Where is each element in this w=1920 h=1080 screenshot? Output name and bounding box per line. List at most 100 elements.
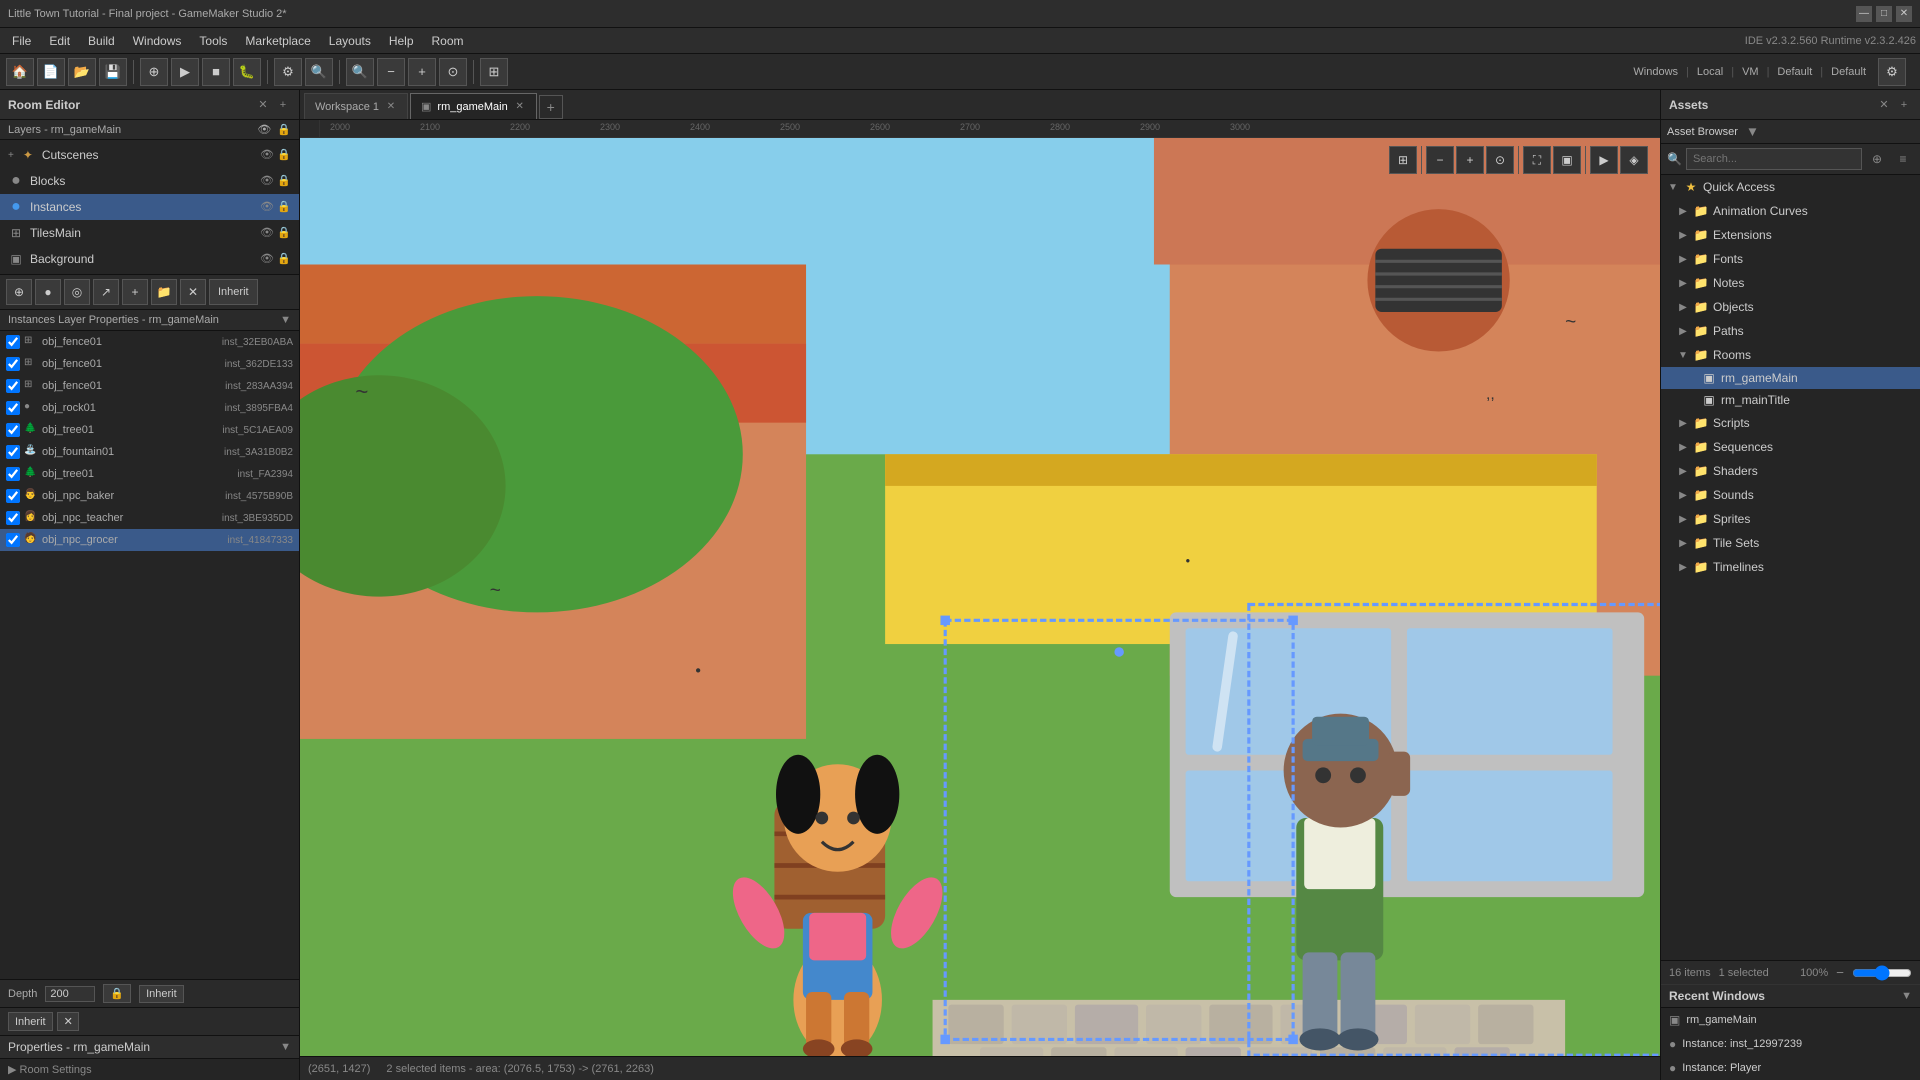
depth-lock-btn[interactable]: 🔒 bbox=[103, 984, 131, 1003]
zoom-out-main[interactable]: − bbox=[377, 58, 405, 86]
instance-item[interactable]: 👨 obj_npc_baker inst_4575B90B bbox=[0, 485, 299, 507]
notes-expand[interactable]: ▶ bbox=[1677, 277, 1689, 289]
menu-edit[interactable]: Edit bbox=[41, 32, 78, 50]
sort-btn[interactable]: ≡ bbox=[1892, 148, 1914, 170]
search-toolbar-button[interactable]: 🔍 bbox=[305, 58, 333, 86]
menu-room[interactable]: Room bbox=[424, 32, 472, 50]
layers-visibility-icon[interactable]: 👁 bbox=[257, 123, 271, 136]
assets-add[interactable]: + bbox=[1896, 97, 1912, 113]
instance-item[interactable]: 👩 obj_npc_teacher inst_3BE935DD bbox=[0, 507, 299, 529]
tilesmain-lock[interactable]: 🔒 bbox=[277, 226, 291, 240]
instance-item[interactable]: 🌲 obj_tree01 inst_5C1AEA09 bbox=[0, 419, 299, 441]
close-button[interactable]: ✕ bbox=[1896, 6, 1912, 22]
search-input[interactable] bbox=[1686, 148, 1862, 170]
tree-timelines[interactable]: ▶ 📁 Timelines bbox=[1661, 555, 1920, 579]
select-btn[interactable]: ● bbox=[35, 279, 61, 305]
tree-objects[interactable]: ▶ 📁 Objects bbox=[1661, 295, 1920, 319]
zoom-in-main[interactable]: + bbox=[408, 58, 436, 86]
scripts-expand[interactable]: ▶ bbox=[1677, 417, 1689, 429]
select-tool[interactable]: ⊕ bbox=[140, 58, 168, 86]
maximize-button[interactable]: □ bbox=[1876, 6, 1892, 22]
tab-workspace1-close[interactable]: ✕ bbox=[385, 101, 397, 113]
instance-item[interactable]: 🌲 obj_tree01 inst_FA2394 bbox=[0, 463, 299, 485]
instance-item[interactable]: ⊞ obj_fence01 inst_32EB0ABA bbox=[0, 331, 299, 353]
tree-sprites[interactable]: ▶ 📁 Sprites bbox=[1661, 507, 1920, 531]
tree-sounds[interactable]: ▶ 📁 Sounds bbox=[1661, 483, 1920, 507]
asset-browser-collapse[interactable]: ▼ bbox=[1746, 124, 1759, 139]
sequences-expand[interactable]: ▶ bbox=[1677, 441, 1689, 453]
tile-sets-expand[interactable]: ▶ bbox=[1677, 537, 1689, 549]
debug-button[interactable]: 🐛 bbox=[233, 58, 261, 86]
new-button[interactable]: 📄 bbox=[37, 58, 65, 86]
layer-instances[interactable]: ● Instances 👁 🔒 bbox=[0, 194, 299, 220]
inst-check-7[interactable] bbox=[6, 467, 20, 481]
instance-item[interactable]: ⛲ obj_fountain01 inst_3A31B0B2 bbox=[0, 441, 299, 463]
tree-sequences[interactable]: ▶ 📁 Sequences bbox=[1661, 435, 1920, 459]
inst-check-2[interactable] bbox=[6, 357, 20, 371]
tree-scripts[interactable]: ▶ 📁 Scripts bbox=[1661, 411, 1920, 435]
fonts-expand[interactable]: ▶ bbox=[1677, 253, 1689, 265]
filter-btn[interactable]: ⊕ bbox=[1866, 148, 1888, 170]
transform-btn[interactable]: ↗ bbox=[93, 279, 119, 305]
special-tool-1[interactable]: ⊞ bbox=[480, 58, 508, 86]
layer-blocks[interactable]: ● Blocks 👁 🔒 bbox=[0, 168, 299, 194]
create-btn[interactable]: + bbox=[122, 279, 148, 305]
tree-extensions[interactable]: ▶ 📁 Extensions bbox=[1661, 223, 1920, 247]
menu-build[interactable]: Build bbox=[80, 32, 123, 50]
recent-item-player[interactable]: ● Instance: Player bbox=[1661, 1056, 1920, 1080]
sounds-expand[interactable]: ▶ bbox=[1677, 489, 1689, 501]
instances-lock[interactable]: 🔒 bbox=[277, 200, 291, 214]
quick-access-expand[interactable]: ▼ bbox=[1667, 181, 1679, 193]
tree-rm-gamemain[interactable]: ▣ rm_gameMain bbox=[1661, 367, 1920, 389]
zoom-slider[interactable] bbox=[1852, 965, 1912, 981]
instance-item[interactable]: ⊞ obj_fence01 inst_283AA394 bbox=[0, 375, 299, 397]
tree-notes[interactable]: ▶ 📁 Notes bbox=[1661, 271, 1920, 295]
layers-lock-icon[interactable]: 🔒 bbox=[277, 123, 291, 136]
room-editor-close[interactable]: ✕ bbox=[255, 97, 271, 113]
canvas-room-size[interactable]: ▣ bbox=[1553, 146, 1581, 174]
tree-shaders[interactable]: ▶ 📁 Shaders bbox=[1661, 459, 1920, 483]
conn-vm[interactable]: VM bbox=[1742, 66, 1759, 78]
inst-check-3[interactable] bbox=[6, 379, 20, 393]
inst-check-5[interactable] bbox=[6, 423, 20, 437]
conn-default1[interactable]: Default bbox=[1777, 66, 1812, 78]
menu-file[interactable]: File bbox=[4, 32, 39, 50]
menu-windows[interactable]: Windows bbox=[125, 32, 190, 50]
open-button[interactable]: 📂 bbox=[68, 58, 96, 86]
delete-btn[interactable]: ✕ bbox=[180, 279, 206, 305]
menu-help[interactable]: Help bbox=[381, 32, 422, 50]
zoom-fit-main[interactable]: ⊙ bbox=[439, 58, 467, 86]
blocks-lock[interactable]: 🔒 bbox=[277, 174, 291, 188]
tab-rm-close[interactable]: ✕ bbox=[514, 101, 526, 113]
canvas-extra[interactable]: ◈ bbox=[1620, 146, 1648, 174]
timelines-expand[interactable]: ▶ bbox=[1677, 561, 1689, 573]
inst-check-1[interactable] bbox=[6, 335, 20, 349]
depth-input[interactable]: 200 bbox=[45, 986, 95, 1002]
recent-windows-header[interactable]: Recent Windows ▼ bbox=[1661, 985, 1920, 1008]
conn-settings-button[interactable]: ⚙ bbox=[1878, 58, 1906, 86]
instance-item-selected[interactable]: 🧑 obj_npc_grocer inst_41847333 bbox=[0, 529, 299, 551]
zoom-controls[interactable]: 🔍 bbox=[346, 58, 374, 86]
conn-default2[interactable]: Default bbox=[1831, 66, 1866, 78]
tree-animation-curves[interactable]: ▶ 📁 Animation Curves bbox=[1661, 199, 1920, 223]
minimize-button[interactable]: — bbox=[1856, 6, 1872, 22]
tab-rm-gamemain[interactable]: ▣ rm_gameMain ✕ bbox=[410, 93, 537, 119]
home-button[interactable]: 🏠 bbox=[6, 58, 34, 86]
layer-cutscenes[interactable]: + ✦ Cutscenes 👁 🔒 bbox=[0, 142, 299, 168]
instance-item[interactable]: ● obj_rock01 inst_3895FBA4 bbox=[0, 397, 299, 419]
rotate-btn[interactable]: ◎ bbox=[64, 279, 90, 305]
cutscenes-eye[interactable]: 👁 bbox=[260, 148, 274, 162]
add-tab-btn[interactable]: + bbox=[539, 95, 563, 119]
sprites-expand[interactable]: ▶ bbox=[1677, 513, 1689, 525]
inherit-btn-sm[interactable]: Inherit bbox=[8, 1012, 53, 1031]
save-button[interactable]: 💾 bbox=[99, 58, 127, 86]
instances-eye[interactable]: 👁 bbox=[260, 200, 274, 214]
extensions-expand[interactable]: ▶ bbox=[1677, 229, 1689, 241]
layer-tilesmain[interactable]: ⊞ TilesMain 👁 🔒 bbox=[0, 220, 299, 246]
anim-curves-expand[interactable]: ▶ bbox=[1677, 205, 1689, 217]
recent-item-rm-gamemain[interactable]: ▣ rm_gameMain bbox=[1661, 1008, 1920, 1032]
props-collapse[interactable]: ▼ bbox=[280, 1041, 291, 1053]
add-instance-btn[interactable]: ⊕ bbox=[6, 279, 32, 305]
folder-btn[interactable]: 📁 bbox=[151, 279, 177, 305]
objects-expand[interactable]: ▶ bbox=[1677, 301, 1689, 313]
